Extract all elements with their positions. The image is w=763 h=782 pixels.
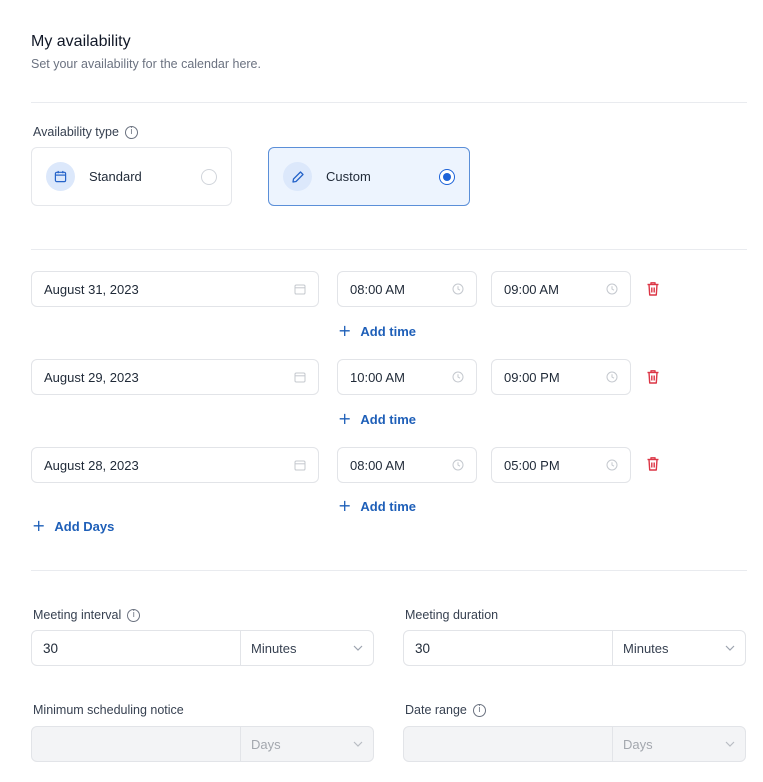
minimum-notice-unit-select[interactable]: Days <box>241 727 373 761</box>
plus-icon: + <box>338 409 352 428</box>
clock-icon <box>606 283 618 295</box>
meeting-interval-label: Meeting interval <box>33 608 122 622</box>
custom-radio[interactable] <box>439 168 455 185</box>
trash-icon[interactable] <box>646 281 660 297</box>
start-time-value: 08:00 AM <box>350 457 405 473</box>
date-value: August 28, 2023 <box>44 457 139 473</box>
divider <box>31 570 747 571</box>
clock-icon <box>606 371 618 383</box>
date-range-unit-select[interactable]: Days <box>613 727 745 761</box>
plus-icon: + <box>32 516 46 535</box>
standard-radio[interactable] <box>201 168 217 185</box>
unit-value: Minutes <box>251 640 297 656</box>
divider <box>31 102 747 103</box>
date-value: August 31, 2023 <box>44 281 139 297</box>
pencil-icon <box>283 162 312 191</box>
date-range-label-row: Date range i <box>405 703 486 717</box>
clock-icon <box>452 459 464 471</box>
availability-option-label: Standard <box>89 169 142 184</box>
clock-icon <box>606 459 618 471</box>
add-time-label: Add time <box>360 323 417 339</box>
start-time-value: 08:00 AM <box>350 281 405 297</box>
meeting-interval-unit-select[interactable]: Minutes <box>241 631 373 665</box>
availability-type-label-row: Availability type i <box>33 125 138 139</box>
add-time-button[interactable]: + Add time <box>338 498 416 514</box>
end-time-value: 09:00 AM <box>504 281 559 297</box>
plus-icon: + <box>338 321 352 340</box>
add-time-label: Add time <box>360 411 417 427</box>
start-time-field[interactable]: 08:00 AM <box>337 271 477 307</box>
minimum-notice-label-row: Minimum scheduling notice <box>33 703 184 717</box>
calendar-icon <box>294 284 306 295</box>
availability-option-standard[interactable]: Standard <box>31 147 232 206</box>
availability-option-label: Custom <box>326 169 371 184</box>
availability-option-custom[interactable]: Custom <box>268 147 470 206</box>
meeting-duration-unit-select[interactable]: Minutes <box>613 631 745 665</box>
minimum-notice-input[interactable] <box>32 727 241 761</box>
minimum-notice-control: Days <box>31 726 374 762</box>
end-time-field[interactable]: 09:00 PM <box>491 359 631 395</box>
end-time-field[interactable]: 09:00 AM <box>491 271 631 307</box>
chevron-down-icon <box>353 645 363 651</box>
chevron-down-icon <box>353 741 363 747</box>
unit-value: Days <box>251 736 281 752</box>
date-field[interactable]: August 29, 2023 <box>31 359 319 395</box>
meeting-duration-control: 30 Minutes <box>403 630 746 666</box>
info-icon[interactable]: i <box>127 608 141 622</box>
trash-icon[interactable] <box>646 456 660 472</box>
start-time-field[interactable]: 08:00 AM <box>337 447 477 483</box>
date-field[interactable]: August 28, 2023 <box>31 447 319 483</box>
unit-value: Minutes <box>623 640 669 656</box>
date-range-label: Date range <box>405 703 467 717</box>
chevron-down-icon <box>725 645 735 651</box>
meeting-interval-label-row: Meeting interval i <box>33 608 141 622</box>
page-subtitle: Set your availability for the calendar h… <box>31 57 261 71</box>
plus-icon: + <box>338 496 352 515</box>
unit-value: Days <box>623 736 653 752</box>
clock-icon <box>452 371 464 383</box>
calendar-icon <box>294 460 306 471</box>
date-range-control: Days <box>403 726 746 762</box>
add-time-button[interactable]: + Add time <box>338 323 416 339</box>
end-time-value: 09:00 PM <box>504 369 560 385</box>
meeting-duration-label-row: Meeting duration <box>405 608 498 622</box>
minimum-notice-label: Minimum scheduling notice <box>33 703 184 717</box>
calendar-icon <box>46 162 75 191</box>
date-field[interactable]: August 31, 2023 <box>31 271 319 307</box>
trash-icon[interactable] <box>646 369 660 385</box>
add-days-button[interactable]: + Add Days <box>32 518 114 534</box>
meeting-interval-control: 30 Minutes <box>31 630 374 666</box>
add-time-label: Add time <box>360 498 417 514</box>
divider <box>31 249 747 250</box>
date-range-input[interactable] <box>404 727 613 761</box>
meeting-interval-input[interactable]: 30 <box>32 631 241 665</box>
page-title: My availability <box>31 33 131 50</box>
clock-icon <box>452 283 464 295</box>
availability-type-label: Availability type <box>33 125 119 139</box>
end-time-field[interactable]: 05:00 PM <box>491 447 631 483</box>
meeting-duration-input[interactable]: 30 <box>404 631 613 665</box>
start-time-field[interactable]: 10:00 AM <box>337 359 477 395</box>
chevron-down-icon <box>725 741 735 747</box>
info-icon[interactable]: i <box>472 703 486 717</box>
end-time-value: 05:00 PM <box>504 457 560 473</box>
calendar-icon <box>294 372 306 383</box>
date-value: August 29, 2023 <box>44 369 139 385</box>
info-icon[interactable]: i <box>124 125 138 139</box>
meeting-duration-label: Meeting duration <box>405 608 499 622</box>
start-time-value: 10:00 AM <box>350 369 405 385</box>
add-time-button[interactable]: + Add time <box>338 411 416 427</box>
add-days-label: Add Days <box>54 518 115 534</box>
